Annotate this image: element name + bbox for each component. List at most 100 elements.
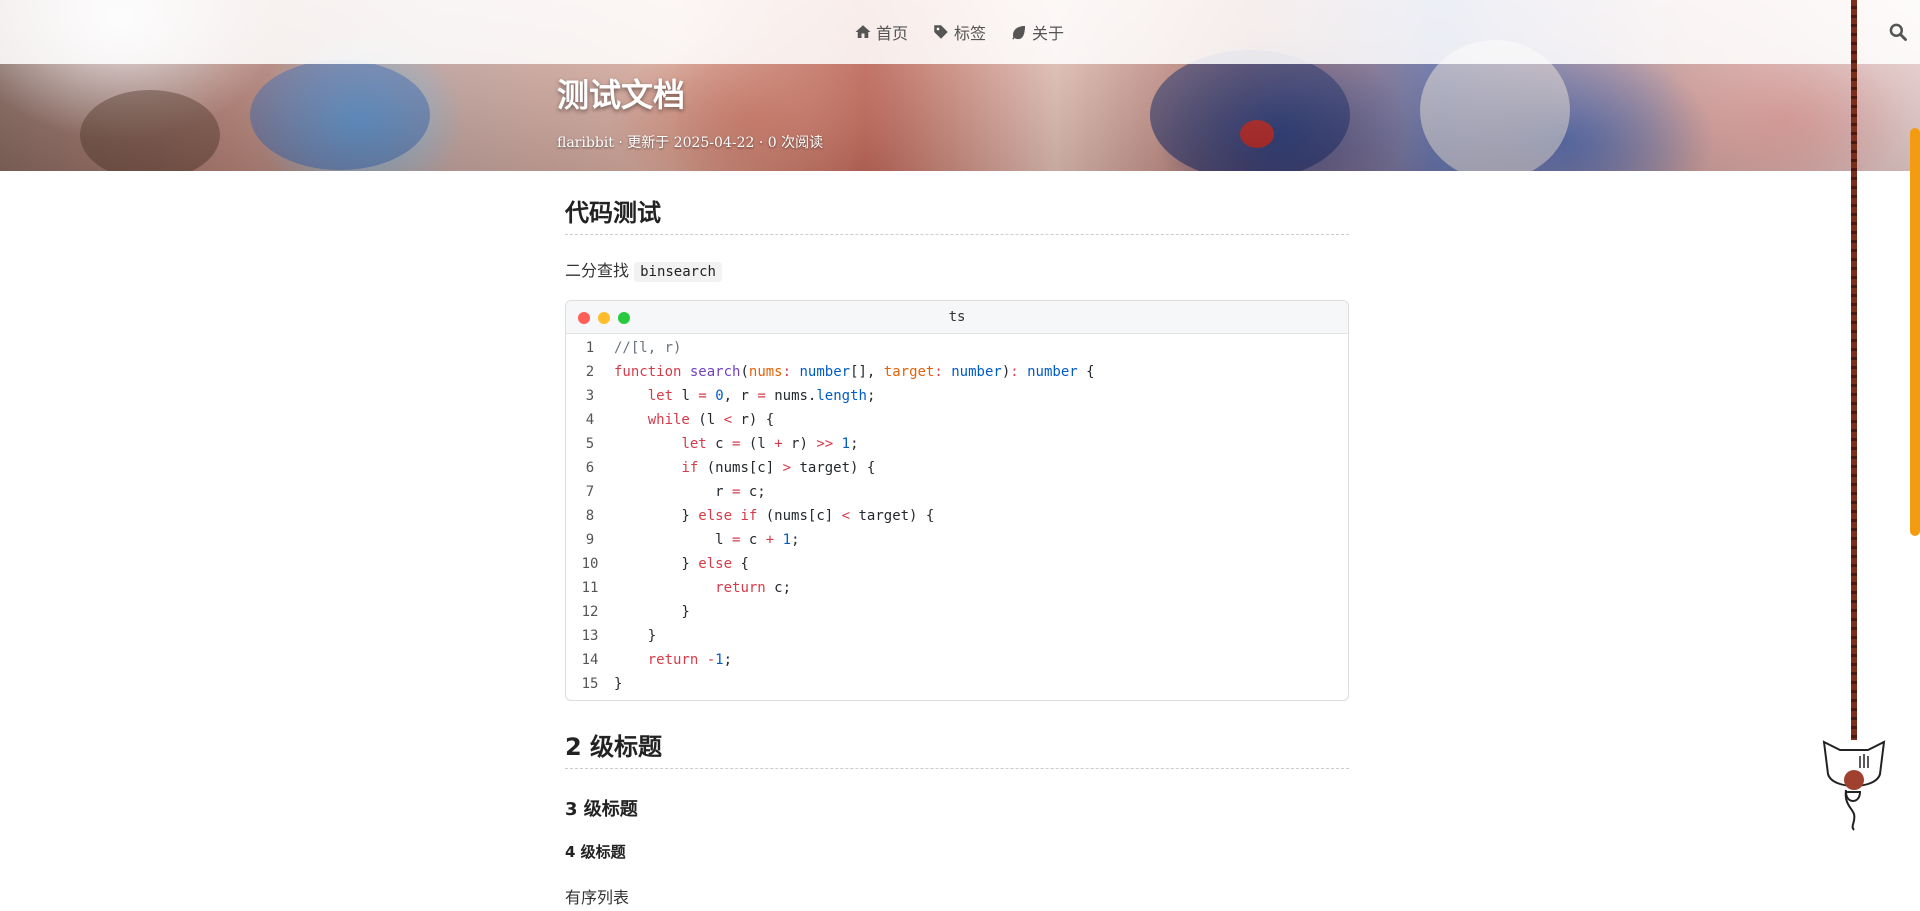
code-token: function bbox=[614, 364, 682, 380]
inline-code: binsearch bbox=[634, 262, 722, 282]
tag-icon bbox=[934, 25, 948, 39]
top-navbar: 首页 标签 关于 bbox=[0, 0, 1920, 64]
code-token: else bbox=[698, 508, 733, 524]
line-number: 7 bbox=[585, 484, 595, 500]
line-number: 5 bbox=[585, 436, 595, 452]
code-block: ts 1 //[l, r) 2 function search(nums: numbe… bbox=[565, 300, 1349, 701]
code-token: } bbox=[614, 604, 690, 620]
line-number: 3 bbox=[585, 388, 595, 404]
code-token: ; bbox=[850, 436, 859, 452]
code-line-source: } bbox=[614, 672, 622, 696]
code-line-source: while (l < r) { bbox=[614, 408, 774, 432]
paragraph-binsearch: 二分查找 binsearch bbox=[565, 259, 1349, 284]
code-language-label: ts bbox=[948, 309, 966, 325]
code-token: target) { bbox=[791, 460, 876, 476]
code-token: 1 bbox=[782, 532, 792, 548]
code-line-source: function search(nums: number[], target: … bbox=[614, 360, 1095, 384]
code-line: 7 r = c; bbox=[566, 480, 1348, 504]
code-token: , r bbox=[723, 388, 758, 404]
code-token: l bbox=[673, 388, 699, 404]
code-token: target) { bbox=[850, 508, 935, 524]
code-token: nums. bbox=[765, 388, 817, 404]
code-token: 1 bbox=[715, 652, 724, 668]
code-token: { bbox=[1077, 364, 1095, 380]
line-number: 8 bbox=[585, 508, 595, 524]
code-token: //[l, r) bbox=[614, 340, 682, 356]
code-line: 5 let c = (l + r) >> 1; bbox=[566, 432, 1348, 456]
code-line-source: r = c; bbox=[614, 480, 766, 504]
code-token: search bbox=[689, 364, 741, 380]
code-token: ; bbox=[723, 652, 733, 668]
code-token: (l bbox=[740, 436, 775, 452]
post-meta: flaribbit · 更新于 2025-04-22 · 0 次阅读 bbox=[557, 135, 824, 151]
code-line: 2 function search(nums: number[], target:… bbox=[566, 360, 1348, 384]
heading-code-test: 代码测试 bbox=[565, 193, 1349, 235]
code-token: >> bbox=[816, 436, 834, 452]
code-token: ) bbox=[1001, 364, 1011, 380]
code-token: c bbox=[706, 436, 733, 452]
nav-item-tags[interactable]: 标签 bbox=[932, 20, 986, 44]
code-token: 1 bbox=[841, 436, 851, 452]
code-token: (l bbox=[689, 412, 724, 428]
article-content: 代码测试 二分查找 binsearch ts 1 //[l, r) 2 functio… bbox=[565, 171, 1349, 908]
code-token: + bbox=[774, 436, 783, 452]
code-token: ; bbox=[866, 388, 876, 404]
code-line-source: l = c + 1; bbox=[614, 528, 800, 552]
code-token: (nums[c] bbox=[757, 508, 842, 524]
line-number: 13 bbox=[581, 628, 599, 644]
code-line-source: let l = 0, r = nums.length; bbox=[614, 384, 876, 408]
line-number: 15 bbox=[581, 676, 599, 692]
line-number: 11 bbox=[581, 580, 599, 596]
code-line-source: return c; bbox=[614, 576, 791, 600]
code-token: } bbox=[614, 628, 657, 644]
code-block-header: ts bbox=[566, 301, 1348, 334]
code-token: return bbox=[647, 652, 699, 668]
code-token: ; bbox=[791, 532, 800, 548]
code-token: ( bbox=[740, 364, 749, 380]
code-line: 3 let l = 0, r = nums.length; bbox=[566, 384, 1348, 408]
code-token: target bbox=[883, 364, 935, 380]
code-line-source: //[l, r) bbox=[614, 336, 681, 360]
code-body: 1 //[l, r) 2 function search(nums: number[]… bbox=[566, 334, 1348, 700]
search-icon[interactable] bbox=[1888, 22, 1908, 42]
code-token: r bbox=[614, 484, 733, 500]
code-token: r) { bbox=[732, 412, 775, 428]
code-line: 15} bbox=[566, 672, 1348, 696]
code-line: 1 //[l, r) bbox=[566, 336, 1348, 360]
nav-menu: 首页 标签 关于 bbox=[854, 20, 1064, 44]
page-title: 测试文档 bbox=[557, 76, 686, 114]
code-token: < bbox=[841, 508, 851, 524]
line-number: 4 bbox=[585, 412, 595, 428]
nav-item-home[interactable]: 首页 bbox=[854, 20, 908, 44]
code-token: while bbox=[647, 412, 690, 428]
code-token: return bbox=[715, 580, 766, 596]
code-token: : bbox=[934, 364, 943, 380]
code-token: [], bbox=[850, 364, 884, 380]
paragraph-ordered-list: 有序列表 bbox=[565, 888, 630, 907]
scrollbar-thumb[interactable] bbox=[1910, 128, 1920, 536]
line-number: 10 bbox=[581, 556, 599, 572]
code-token: } bbox=[614, 508, 699, 524]
hanging-cat-mascot[interactable] bbox=[1816, 734, 1892, 834]
code-token: } bbox=[614, 676, 623, 692]
code-token: l bbox=[614, 532, 733, 548]
code-token: else bbox=[698, 556, 733, 572]
code-line-source: } bbox=[614, 624, 656, 648]
code-token: 0 bbox=[715, 388, 724, 404]
code-token: nums bbox=[748, 364, 783, 380]
paragraph-text: 二分查找 bbox=[565, 261, 635, 280]
line-number: 1 bbox=[585, 340, 595, 356]
code-line: 6 if (nums[c] > target) { bbox=[566, 456, 1348, 480]
nav-item-about[interactable]: 关于 bbox=[1010, 20, 1064, 44]
nav-item-label: 标签 bbox=[954, 24, 987, 43]
line-number: 12 bbox=[581, 604, 599, 620]
